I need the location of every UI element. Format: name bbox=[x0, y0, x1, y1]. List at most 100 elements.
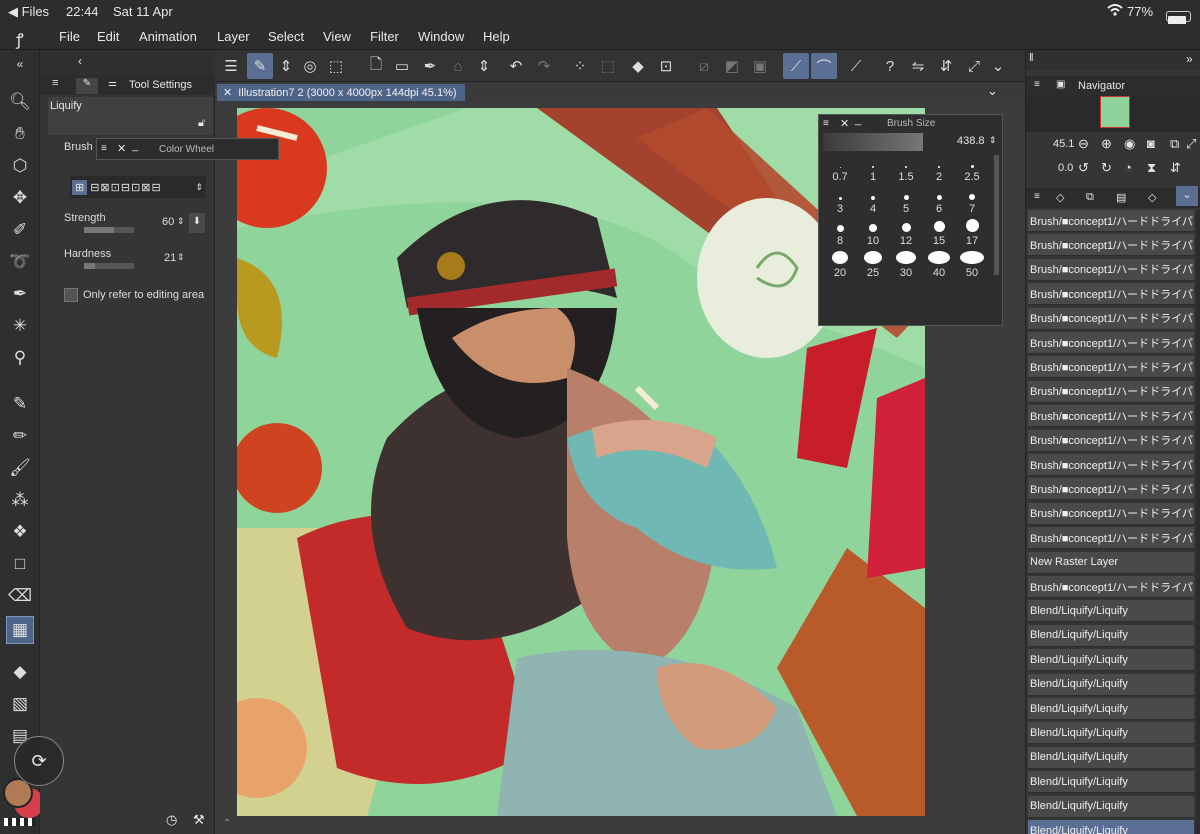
layer-menu-dropdown-icon[interactable]: ⌄ bbox=[1176, 186, 1198, 206]
pen-tool-icon[interactable]: ✎ bbox=[6, 390, 34, 418]
expand-bottom-icon[interactable]: ⌃ bbox=[223, 818, 231, 829]
layer-row[interactable]: Brush/■concept1/ハードドライパステル/st bbox=[1028, 576, 1194, 598]
brush-size-preset[interactable]: 3 bbox=[823, 187, 857, 215]
flip-horizontal-icon[interactable]: ⇋ bbox=[905, 53, 931, 79]
pen-save-icon[interactable]: ✒ bbox=[417, 53, 443, 79]
tab-dropdown-icon[interactable]: ⌄ bbox=[987, 83, 998, 99]
help-icon[interactable]: ? bbox=[877, 53, 903, 79]
decoration-tool-icon[interactable]: ❖ bbox=[6, 518, 34, 546]
mode-stepper-icon[interactable]: ⇕ bbox=[195, 182, 203, 193]
layer-row[interactable]: Brush/■concept1/ハードドライパステル/st bbox=[1028, 405, 1194, 428]
mode-options-icons[interactable]: ⊟⊠⊡⊟⊡⊠⊟ bbox=[90, 181, 162, 194]
menu-view[interactable]: View bbox=[323, 29, 351, 44]
layer-row[interactable]: Blend/Liquify/Liquify bbox=[1028, 649, 1194, 672]
back-to-app[interactable]: ◀ Files bbox=[8, 4, 49, 20]
quick-access-icon[interactable]: ✎ bbox=[247, 53, 273, 79]
fullscreen-icon[interactable]: ⤢ bbox=[1186, 136, 1196, 152]
mode-push-icon[interactable]: ⊞ bbox=[72, 179, 88, 195]
layer-row[interactable]: Brush/■concept1/ハードドライパステル/st bbox=[1028, 332, 1194, 354]
layer-row[interactable]: Brush/■concept1/ハードドライパステル/st bbox=[1028, 258, 1194, 281]
lasso-fill-icon[interactable]: ◎ bbox=[297, 53, 323, 79]
airbrush-tool-icon[interactable]: ⁂ bbox=[6, 486, 34, 514]
app-logo-icon[interactable]: ꝭ bbox=[16, 28, 24, 50]
flip-icon[interactable]: ⧗ bbox=[1147, 160, 1156, 176]
fit-window-icon[interactable]: ⧉ bbox=[1170, 136, 1179, 152]
reset-rotation-icon[interactable]: ◔ bbox=[1124, 160, 1132, 175]
brush-size-preset[interactable]: 10 bbox=[856, 219, 890, 247]
fit-icon[interactable]: ◉ bbox=[1124, 136, 1135, 152]
liquify-mode-selector[interactable]: ⊞ ⊟⊠⊡⊟⊡⊠⊟ ⇕ bbox=[70, 176, 206, 198]
minimize-palette-icon[interactable]: _ bbox=[855, 114, 861, 126]
layer-row[interactable]: Brush/■concept1/ハードドライパステル/st bbox=[1028, 380, 1194, 403]
rotate-left-icon[interactable]: ↺ bbox=[1078, 160, 1089, 176]
transparent-color-icon[interactable] bbox=[4, 818, 36, 826]
navigator-title[interactable]: Navigator bbox=[1078, 80, 1125, 92]
sub-tool-tab-icon[interactable]: ✎ bbox=[76, 78, 98, 94]
brush-size-preset[interactable]: 15 bbox=[922, 219, 956, 247]
modifier-key-icon[interactable]: ⟳ bbox=[14, 736, 64, 786]
menu-select[interactable]: Select bbox=[268, 29, 304, 44]
minimize-palette-icon[interactable]: _ bbox=[132, 140, 138, 152]
fill-tool-icon[interactable]: ◆ bbox=[6, 658, 34, 686]
layer-clear-icon[interactable]: ⌂ bbox=[445, 53, 471, 79]
updown-icon-2[interactable]: ⇕ bbox=[471, 53, 497, 79]
zoom-tool-icon[interactable]: 🔍︎ bbox=[6, 88, 34, 116]
transform-icon[interactable]: ⬚ bbox=[323, 53, 349, 79]
drag-handle-icon[interactable]: ≡ bbox=[823, 118, 829, 129]
brush-size-preset[interactable]: 8 bbox=[823, 219, 857, 247]
magic-wand-icon[interactable]: ✳ bbox=[6, 312, 34, 340]
menu-edit[interactable]: Edit bbox=[97, 29, 119, 44]
brush-size-slider[interactable] bbox=[823, 133, 923, 151]
brush-size-preset[interactable]: 0.7 bbox=[823, 155, 857, 183]
history-icon[interactable]: ◷ bbox=[166, 812, 177, 828]
gradient-tool-icon[interactable]: ▧ bbox=[6, 690, 34, 718]
layer-row[interactable]: Brush/■concept1/ハードドライパステル/st bbox=[1028, 502, 1194, 525]
menu-filter[interactable]: Filter bbox=[370, 29, 399, 44]
layer-row[interactable]: Brush/■concept1/ハードドライパステル/st bbox=[1028, 234, 1194, 257]
fill-icon[interactable]: ◆ bbox=[625, 53, 651, 79]
hamburger-menu-icon[interactable]: ☰ bbox=[218, 53, 244, 79]
navigator-angle[interactable]: 0.0 bbox=[1058, 162, 1073, 174]
layer-row[interactable]: Brush/■concept1/ハードドライパステル/st bbox=[1028, 478, 1194, 501]
layer-row[interactable]: New Raster Layer bbox=[1028, 551, 1194, 574]
layer-row[interactable]: Brush/■concept1/ハードドライパステル/st bbox=[1028, 356, 1194, 379]
menu-help[interactable]: Help bbox=[483, 29, 510, 44]
lasso-tool-icon[interactable]: ➰ bbox=[6, 248, 34, 276]
layer-row[interactable]: Blend/Liquify/Liquify bbox=[1028, 698, 1194, 720]
hardness-stepper-icon[interactable]: ⇕ bbox=[177, 252, 185, 263]
layer-row[interactable]: Brush/■concept1/ハードドライパステル/st bbox=[1028, 429, 1194, 452]
document-tab[interactable]: ✕ Illustration7 2 (3000 x 4000px 144dpi … bbox=[217, 84, 465, 101]
flip-vertical-icon[interactable]: ⇵ bbox=[1170, 160, 1181, 176]
brush-size-preset[interactable]: 7 bbox=[955, 187, 989, 215]
layer-row[interactable]: Brush/■concept1/ハードドライパステル/st bbox=[1028, 210, 1194, 232]
drag-handle-icon[interactable]: ≡ bbox=[1034, 191, 1040, 202]
navigator-zoom[interactable]: 45.1 bbox=[1053, 138, 1074, 150]
layer-row[interactable]: Blend/Liquify/Liquify bbox=[1028, 746, 1194, 769]
brush-size-preset[interactable]: 30 bbox=[889, 251, 923, 279]
layer-tab-icon[interactable]: ⧉ bbox=[1086, 191, 1094, 204]
brush-size-preset[interactable]: 17 bbox=[955, 219, 989, 247]
ruler-snap-icon[interactable]: ⟋ bbox=[783, 53, 809, 79]
liquify-tool-icon[interactable]: ▦ bbox=[6, 616, 34, 644]
brush-size-value[interactable]: 438.8 bbox=[957, 135, 985, 147]
drag-handle-icon[interactable]: ≡ bbox=[1034, 79, 1040, 90]
select-all-icon[interactable]: ⁘ bbox=[567, 53, 593, 79]
strength-slider[interactable] bbox=[84, 227, 134, 233]
brush-size-preset[interactable]: 2 bbox=[922, 155, 956, 183]
crop-icon[interactable]: ⊡ bbox=[653, 53, 679, 79]
close-tab-icon[interactable]: ✕ bbox=[223, 86, 232, 99]
menu-file[interactable]: File bbox=[59, 29, 80, 44]
layer-row[interactable]: Blend/Liquify/Liquify bbox=[1028, 820, 1194, 834]
collapse-arrow-icon[interactable]: ‹ bbox=[78, 54, 82, 68]
hand-tool-icon[interactable]: ✋︎ bbox=[6, 120, 34, 148]
menu-window[interactable]: Window bbox=[418, 29, 464, 44]
strength-stepper-icon[interactable]: ⇕ bbox=[177, 216, 185, 227]
chevron-down-icon[interactable]: ⌄ bbox=[985, 53, 1011, 79]
lock-icon[interactable]: 🔓︎ bbox=[198, 117, 205, 130]
close-palette-icon[interactable]: ✕ bbox=[117, 142, 126, 155]
brush-size-preset[interactable]: 40 bbox=[922, 251, 956, 279]
brush-size-scrollbar[interactable] bbox=[994, 155, 999, 275]
eyedropper-pen-icon[interactable]: ✒ bbox=[6, 280, 34, 308]
layer-row[interactable]: Brush/■concept1/ハードドライパステル/st bbox=[1028, 454, 1194, 476]
brush-size-preset[interactable]: 20 bbox=[823, 251, 857, 279]
